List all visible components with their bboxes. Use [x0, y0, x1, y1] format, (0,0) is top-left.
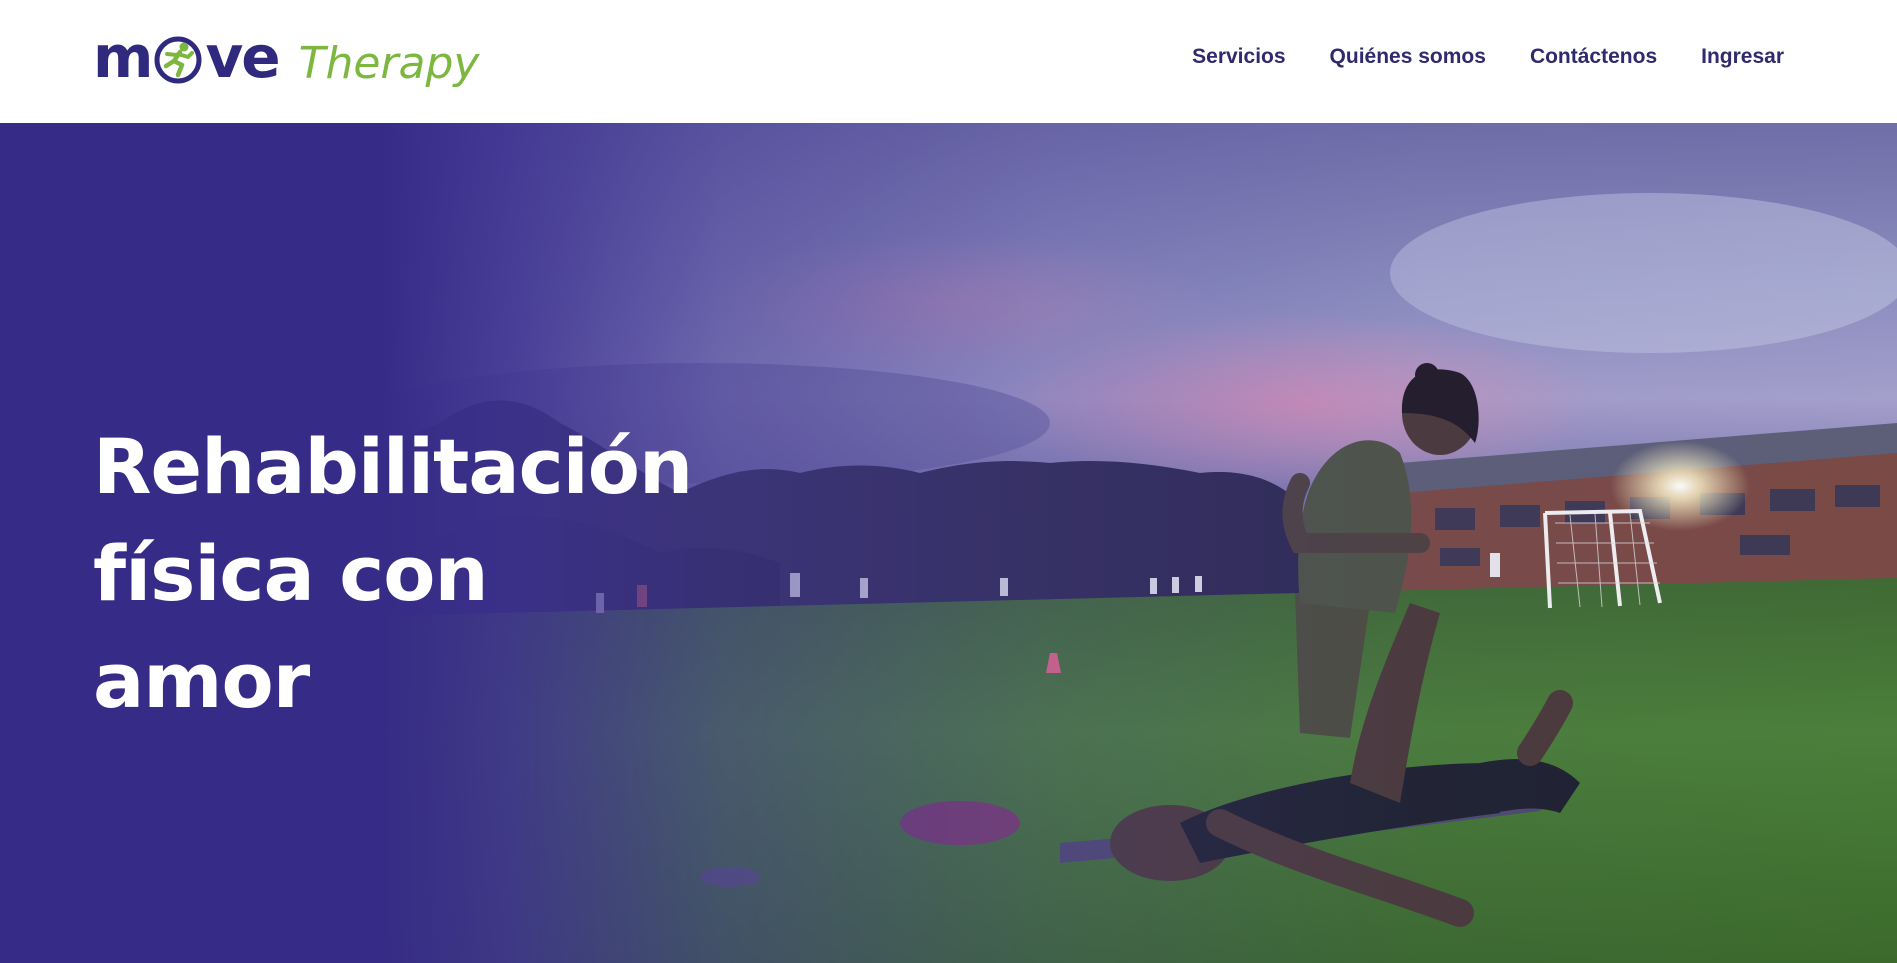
nav-link-servicios[interactable]: Servicios [1192, 45, 1285, 69]
logo-letters-ve: ve [205, 23, 280, 91]
logo-tagline: Therapy [298, 37, 480, 89]
hero-title: Rehabilitación física con amor [93, 422, 693, 725]
logo-letter-m: m [93, 23, 153, 91]
logo-wordmark: m ve [93, 23, 281, 91]
runner-icon [154, 36, 202, 84]
site-header: m ve Therapy Servicios Quiénes somos Con… [0, 0, 1897, 123]
nav-link-quienes-somos[interactable]: Quiénes somos [1330, 45, 1486, 69]
main-nav: Servicios Quiénes somos Contáctenos Ingr… [1192, 45, 1784, 69]
nav-link-ingresar[interactable]: Ingresar [1701, 45, 1784, 69]
nav-link-contactenos[interactable]: Contáctenos [1530, 45, 1657, 69]
logo[interactable]: m ve Therapy [93, 22, 479, 92]
hero-banner: Rehabilitación física con amor [0, 123, 1897, 963]
